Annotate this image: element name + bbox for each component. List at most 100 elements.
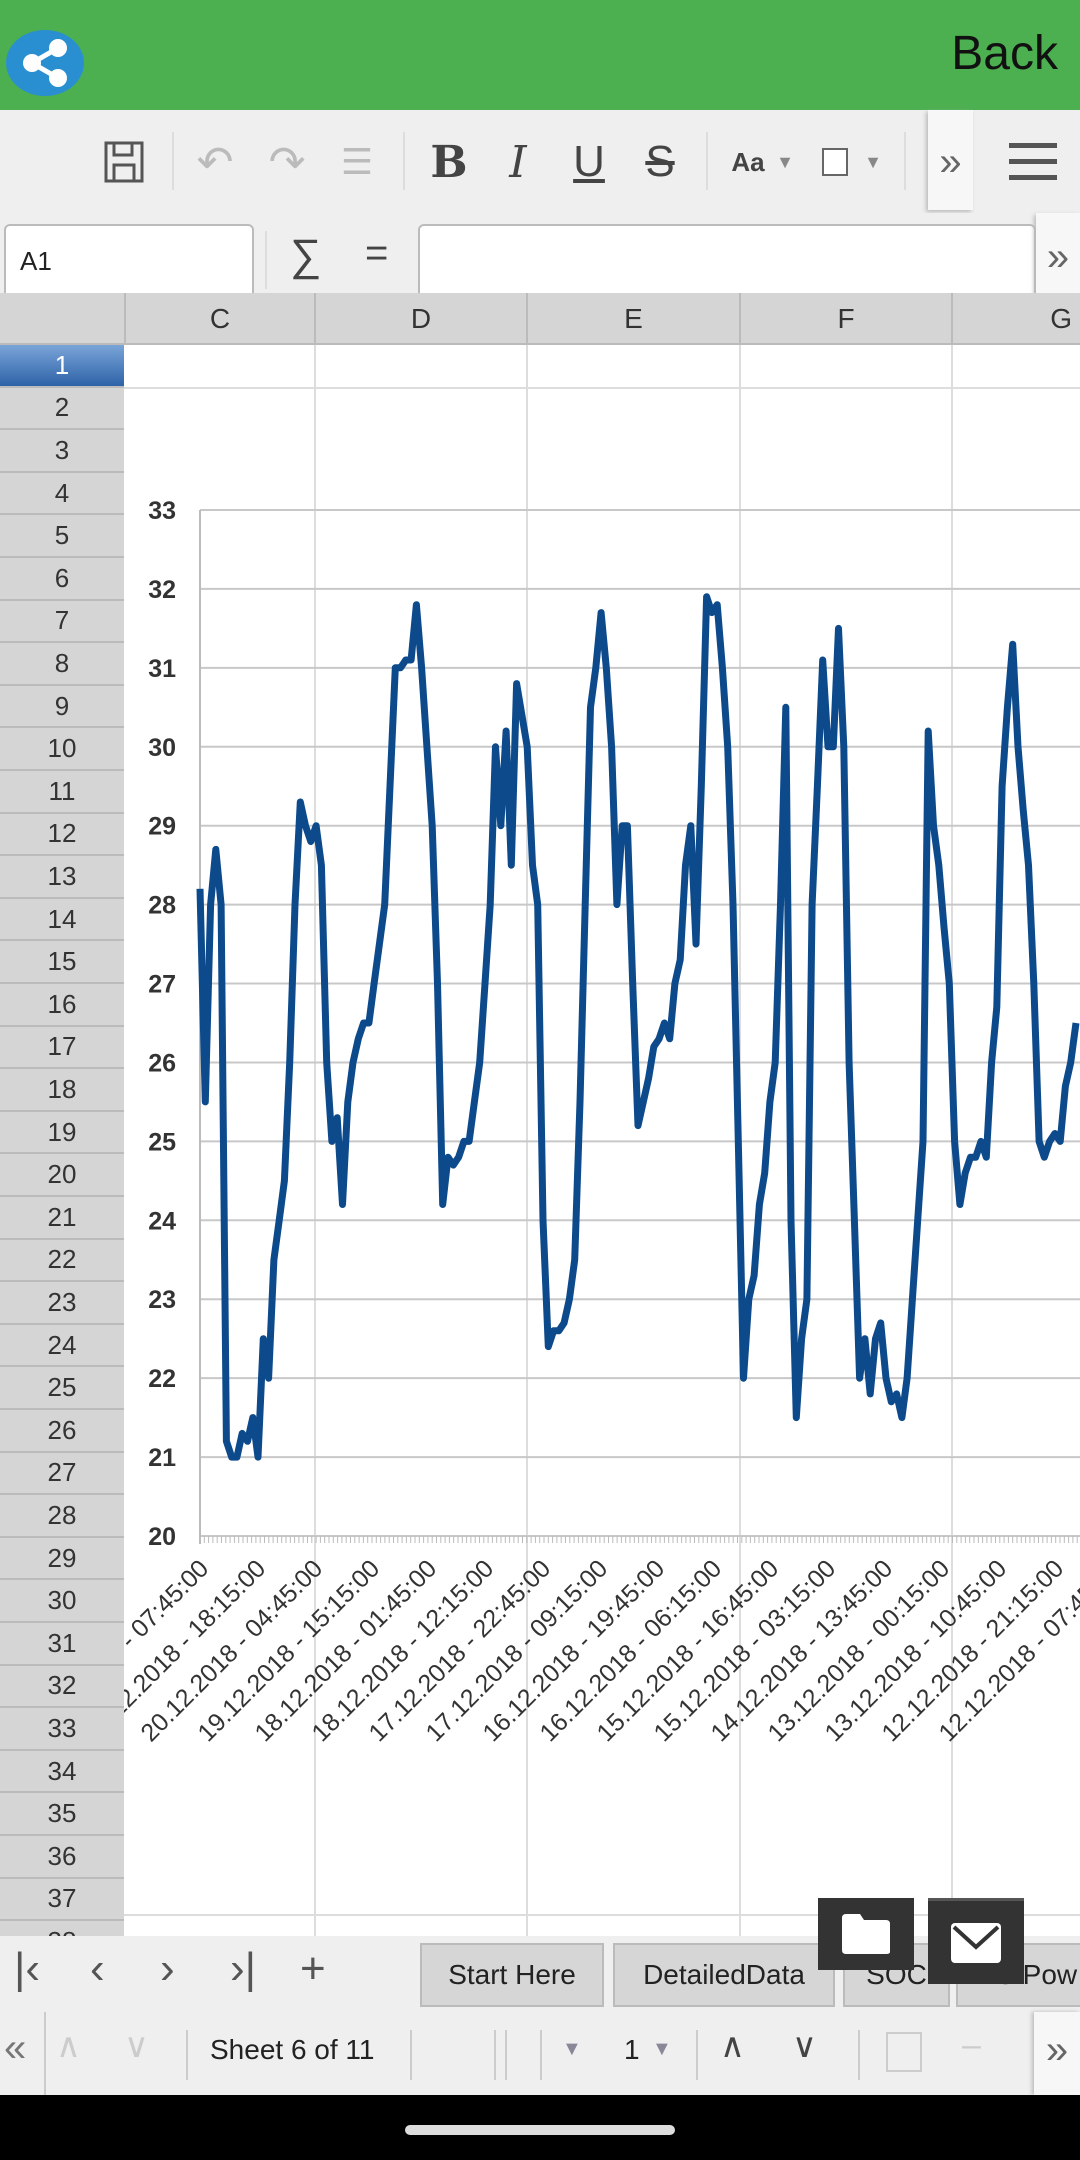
- underline-icon[interactable]: U: [568, 137, 610, 186]
- frame-icon[interactable]: [886, 2032, 922, 2072]
- app-header: Back: [0, 0, 1080, 110]
- add-sheet-icon[interactable]: +: [300, 1944, 326, 1994]
- mail-button[interactable]: [928, 1898, 1024, 1984]
- row-header-26[interactable]: 26: [0, 1410, 124, 1453]
- row-header-31[interactable]: 31: [0, 1623, 124, 1666]
- y-tick-label: 31: [148, 655, 176, 683]
- row-header-18[interactable]: 18: [0, 1069, 124, 1112]
- row-header-9[interactable]: 9: [0, 686, 124, 729]
- more-button[interactable]: »: [928, 110, 973, 210]
- row-header-2[interactable]: 2: [0, 388, 124, 431]
- mail-icon: [951, 1922, 1001, 1963]
- row-header-37[interactable]: 37: [0, 1879, 124, 1922]
- y-tick-label: 33: [148, 497, 176, 525]
- formula-input[interactable]: [418, 224, 1036, 296]
- y-tick-label: 20: [148, 1523, 176, 1551]
- sum-icon[interactable]: ∑: [290, 231, 321, 281]
- row-header-10[interactable]: 10: [0, 728, 124, 771]
- sheet-tab-start-here[interactable]: Start Here: [420, 1943, 604, 2007]
- row-header-23[interactable]: 23: [0, 1282, 124, 1325]
- previous-sheet-icon[interactable]: ‹: [90, 1944, 105, 1994]
- row-header-25[interactable]: 25: [0, 1367, 124, 1410]
- chevron-down-icon[interactable]: ∨: [792, 2026, 817, 2066]
- row-header-32[interactable]: 32: [0, 1666, 124, 1709]
- chevron-down-icon[interactable]: ▼: [562, 2038, 582, 2061]
- column-header-c[interactable]: C: [124, 293, 314, 345]
- bottom-more-button[interactable]: »: [1034, 2012, 1080, 2095]
- row-header-3[interactable]: 3: [0, 430, 124, 473]
- column-header-d[interactable]: D: [314, 293, 526, 345]
- row-header-16[interactable]: 16: [0, 984, 124, 1027]
- column-header-g[interactable]: G: [951, 293, 1080, 345]
- column-header-e[interactable]: E: [526, 293, 739, 345]
- y-tick-label: 25: [148, 1128, 176, 1156]
- back-button[interactable]: Back: [951, 26, 1058, 81]
- row-header-30[interactable]: 30: [0, 1580, 124, 1623]
- row-header-13[interactable]: 13: [0, 856, 124, 899]
- sheet-tab-detaileddata[interactable]: DetailedData: [613, 1943, 835, 2007]
- chevron-down-icon[interactable]: ▼: [860, 138, 886, 186]
- y-tick-label: 32: [148, 576, 176, 604]
- row-header-28[interactable]: 28: [0, 1495, 124, 1538]
- row-header-7[interactable]: 7: [0, 601, 124, 644]
- save-icon[interactable]: [100, 138, 148, 186]
- folder-button[interactable]: [818, 1898, 914, 1970]
- row-header-29[interactable]: 29: [0, 1538, 124, 1581]
- row-header-12[interactable]: 12: [0, 814, 124, 857]
- row-header-8[interactable]: 8: [0, 643, 124, 686]
- y-tick-label: 27: [148, 971, 176, 999]
- row-header-19[interactable]: 19: [0, 1112, 124, 1155]
- next-sheet-icon[interactable]: ›: [160, 1944, 175, 1994]
- chevron-down-icon[interactable]: ▼: [772, 138, 798, 186]
- chevron-down-icon[interactable]: ∨: [124, 2026, 149, 2066]
- last-sheet-icon[interactable]: ›|: [230, 1944, 256, 1994]
- row-header-1[interactable]: 1: [0, 345, 124, 388]
- row-header-11[interactable]: 11: [0, 771, 124, 814]
- sheet-status: Sheet 6 of 11: [210, 2034, 375, 2065]
- row-header-4[interactable]: 4: [0, 473, 124, 516]
- indent-icon[interactable]: ☰: [335, 138, 379, 186]
- row-header-33[interactable]: 33: [0, 1708, 124, 1751]
- row-header-15[interactable]: 15: [0, 941, 124, 984]
- share-button[interactable]: [6, 30, 84, 96]
- bold-icon[interactable]: B: [426, 137, 472, 188]
- row-header-5[interactable]: 5: [0, 515, 124, 558]
- column-header: C D E F G: [0, 293, 1080, 345]
- strikethrough-icon[interactable]: S: [638, 137, 682, 186]
- row-header-14[interactable]: 14: [0, 899, 124, 942]
- first-sheet-icon[interactable]: |‹: [14, 1944, 40, 1994]
- line-chart: 202122232425262728293031323312.2018 - 07…: [124, 497, 1080, 1747]
- row-header-36[interactable]: 36: [0, 1836, 124, 1879]
- chevron-down-icon[interactable]: ▼: [652, 2038, 672, 2061]
- row-header-20[interactable]: 20: [0, 1154, 124, 1197]
- cell-reference-input[interactable]: A1: [4, 224, 254, 296]
- y-tick-label: 29: [148, 813, 176, 841]
- page-value[interactable]: 1: [624, 2034, 640, 2066]
- data-series-line: [196, 593, 1080, 1461]
- redo-icon[interactable]: ↷: [267, 138, 307, 187]
- italic-icon[interactable]: I: [498, 137, 538, 188]
- row-header-6[interactable]: 6: [0, 558, 124, 601]
- bottom-less-button[interactable]: «: [4, 2026, 26, 2071]
- row-header-27[interactable]: 27: [0, 1453, 124, 1496]
- folder-icon: [842, 1914, 890, 1954]
- row-header-34[interactable]: 34: [0, 1751, 124, 1794]
- row-header-17[interactable]: 17: [0, 1027, 124, 1070]
- row-header-24[interactable]: 24: [0, 1325, 124, 1368]
- minus-icon[interactable]: –: [962, 2026, 981, 2065]
- more-icon: »: [939, 139, 962, 184]
- y-tick-label: 23: [148, 1286, 176, 1314]
- row-header-22[interactable]: 22: [0, 1240, 124, 1283]
- border-icon[interactable]: [820, 138, 850, 186]
- undo-icon[interactable]: ↶: [195, 138, 235, 187]
- bottom-toolbar: « ∧ ∨ Sheet 6 of 11 ▼ 1 ▼ ∧ ∨ – »: [0, 2012, 1080, 2095]
- home-indicator[interactable]: [405, 2125, 675, 2135]
- row-header-35[interactable]: 35: [0, 1793, 124, 1836]
- column-header-f[interactable]: F: [739, 293, 951, 345]
- chevron-up-icon[interactable]: ∧: [56, 2026, 81, 2066]
- font-size-icon[interactable]: Aa: [728, 138, 768, 186]
- chevron-up-icon[interactable]: ∧: [720, 2026, 745, 2066]
- menu-icon[interactable]: [1008, 138, 1058, 186]
- equals-icon[interactable]: =: [365, 231, 388, 276]
- row-header-21[interactable]: 21: [0, 1197, 124, 1240]
